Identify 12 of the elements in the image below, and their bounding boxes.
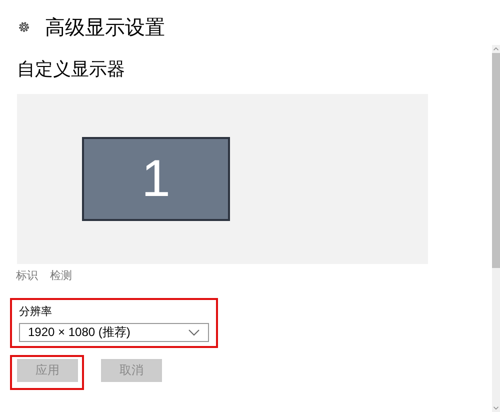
monitor-tile[interactable]: 1 (82, 136, 230, 220)
field-label: 分辨率 (19, 304, 53, 319)
chevron-down-icon (188, 328, 200, 336)
scrollbar-thumb[interactable] (492, 53, 500, 268)
scroll-down-icon (493, 406, 499, 410)
section-heading: 自定义显示器 (17, 58, 126, 81)
dropdown-value: 1920 × 1080 (推荐) (28, 324, 130, 341)
page-title: 高级显示设置 (45, 16, 165, 40)
scroll-up-icon (493, 47, 499, 51)
scrollbar[interactable] (492, 45, 500, 412)
settings-icon (17, 20, 31, 34)
resolution-dropdown[interactable]: 1920 × 1080 (推荐) (19, 323, 209, 342)
